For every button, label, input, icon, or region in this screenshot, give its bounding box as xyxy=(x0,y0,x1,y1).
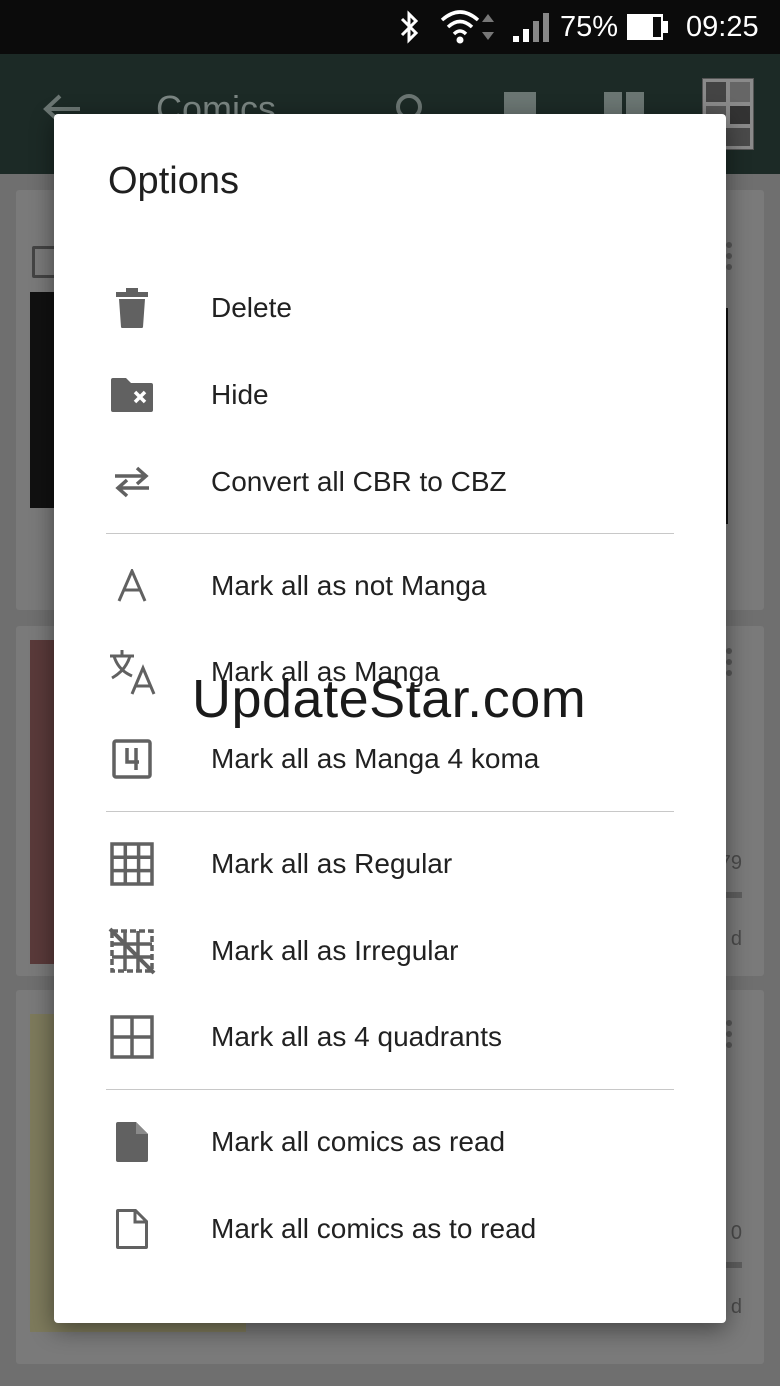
battery-icon xyxy=(626,0,670,54)
mark-irregular-label: Mark all as Irregular xyxy=(211,935,459,966)
bluetooth-icon xyxy=(396,0,422,54)
mark-regular-option[interactable]: Mark all as Regular xyxy=(54,821,726,907)
divider xyxy=(106,811,674,812)
trash-icon xyxy=(108,284,156,332)
comic-status: d xyxy=(730,928,742,950)
grid-icon xyxy=(108,840,156,888)
box-four-icon xyxy=(108,735,156,783)
mark-not-manga-label: Mark all as not Manga xyxy=(211,570,487,601)
mark-to-read-label: Mark all comics as to read xyxy=(211,1213,537,1244)
dialog-title: Options xyxy=(108,160,239,202)
folder-remove-icon xyxy=(108,371,156,419)
mark-to-read-option[interactable]: Mark all comics as to read xyxy=(54,1186,726,1272)
delete-label: Delete xyxy=(211,292,292,323)
more-icon[interactable] xyxy=(726,1020,732,1053)
mark-irregular-option[interactable]: Mark all as Irregular xyxy=(54,908,726,994)
file-filled-icon xyxy=(108,1118,156,1166)
battery-percentage: 75% xyxy=(560,10,619,43)
translate-icon xyxy=(108,648,156,696)
wifi-icon xyxy=(440,0,498,54)
mark-read-option[interactable]: Mark all comics as read xyxy=(54,1099,726,1185)
divider xyxy=(106,1089,674,1090)
more-icon[interactable] xyxy=(726,648,732,681)
comic-progress: 0 xyxy=(730,1222,742,1244)
mark-4koma-label: Mark all as Manga 4 koma xyxy=(211,743,540,774)
signal-icon xyxy=(512,0,552,54)
mark-regular-label: Mark all as Regular xyxy=(211,848,453,879)
delete-option[interactable]: Delete xyxy=(54,265,726,351)
convert-label: Convert all CBR to CBZ xyxy=(211,466,507,497)
more-icon[interactable] xyxy=(726,242,732,275)
mark-quadrants-label: Mark all as 4 quadrants xyxy=(211,1021,503,1052)
watermark: UpdateStar.com xyxy=(192,669,587,729)
status-bar: 75% 09:25 xyxy=(0,0,780,54)
swap-arrows-icon xyxy=(108,458,156,506)
mark-quadrants-option[interactable]: Mark all as 4 quadrants xyxy=(54,994,726,1080)
clock: 09:25 xyxy=(686,10,759,43)
comic-status: d xyxy=(730,1296,742,1318)
convert-option[interactable]: Convert all CBR to CBZ xyxy=(54,439,726,525)
divider xyxy=(106,533,674,534)
grid-off-icon xyxy=(108,927,156,975)
view-single-icon[interactable] xyxy=(504,92,536,116)
letter-a-icon xyxy=(108,562,156,610)
file-outline-icon xyxy=(108,1205,156,1253)
hide-option[interactable]: Hide xyxy=(54,352,726,438)
quadrants-icon xyxy=(108,1013,156,1061)
mark-not-manga-option[interactable]: Mark all as not Manga xyxy=(54,543,726,629)
hide-label: Hide xyxy=(211,379,269,410)
mark-read-label: Mark all comics as read xyxy=(211,1126,506,1157)
